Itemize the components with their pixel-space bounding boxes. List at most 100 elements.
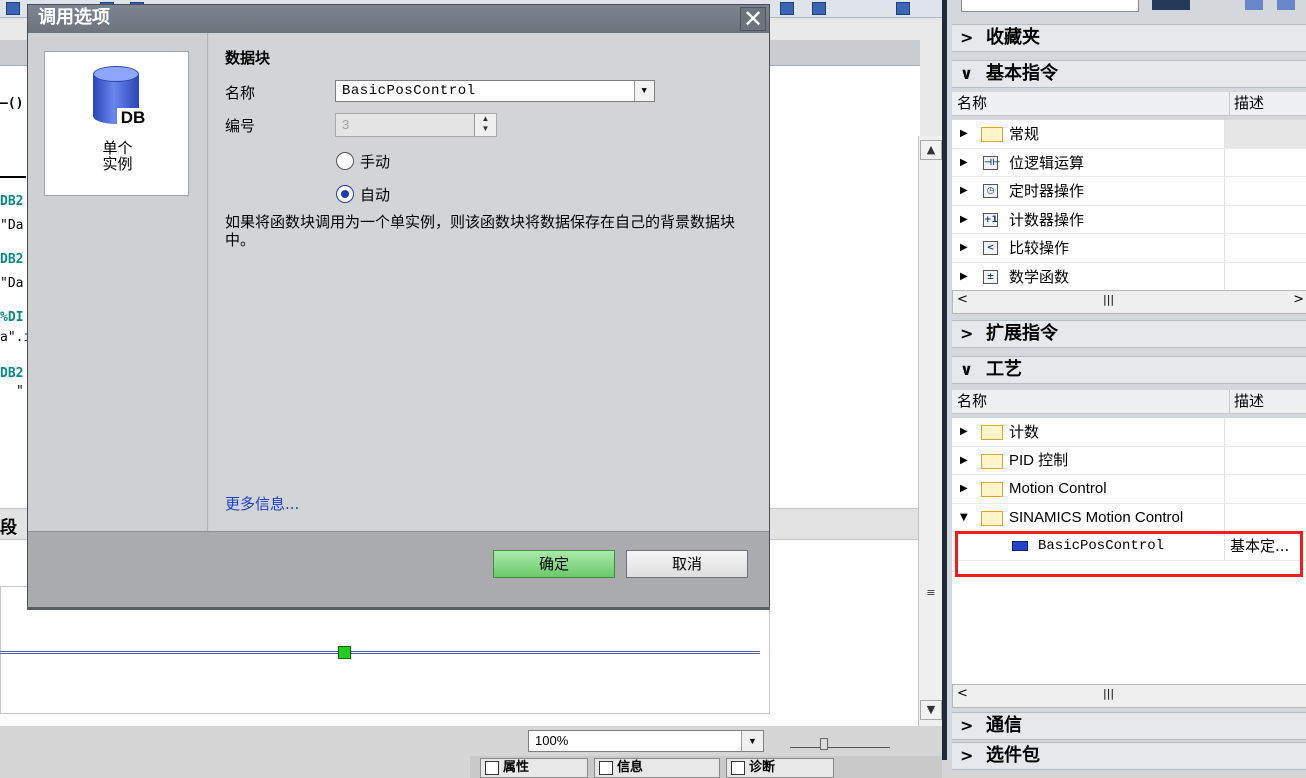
call-options-dialog: 调用选项 ✕ DB 单个 实例 数据块 名称 BasicPosControl ▼… <box>27 4 770 607</box>
list-item[interactable]: ▶ ⊣⊢ 位逻辑运算 <box>952 148 1306 177</box>
toolbar-button-icon[interactable] <box>780 2 794 15</box>
cancel-button[interactable]: 取消 <box>626 550 748 578</box>
section-favorites[interactable]: > 收藏夹 <box>952 24 1306 52</box>
more-info-link[interactable]: 更多信息... <box>225 493 299 514</box>
toolbar-button-icon[interactable] <box>896 2 910 15</box>
search-input[interactable] <box>961 0 1139 12</box>
slider-knob[interactable] <box>820 738 828 750</box>
tab-info[interactable]: 信息 <box>594 758 720 778</box>
close-icon[interactable]: ✕ <box>740 7 766 31</box>
connection-node-icon[interactable] <box>338 646 351 659</box>
section-title: 数据块 <box>225 49 271 67</box>
chevron-down-icon: ∨ <box>960 360 973 379</box>
folder-open-icon <box>981 510 1003 526</box>
horizontal-scrollbar[interactable]: < ||| > <box>952 290 1306 314</box>
tab-diagnostics[interactable]: 诊断 <box>726 758 834 778</box>
collapse-icon[interactable]: ▼ <box>960 504 968 532</box>
vertical-scrollbar[interactable]: ▲ ≡ ▼ <box>918 136 942 726</box>
scroll-left-icon[interactable]: < <box>957 292 968 307</box>
list-item[interactable]: ▶ Motion Control <box>952 475 1306 504</box>
list-item[interactable]: ▼ SINAMICS Motion Control <box>952 503 1306 532</box>
scroll-right-icon[interactable]: > <box>1293 292 1304 307</box>
list-item[interactable]: ▶ 常规 <box>952 120 1306 149</box>
ok-button[interactable]: 确定 <box>493 550 615 578</box>
scroll-down-icon[interactable]: ▼ <box>920 700 942 720</box>
dialog-button-bar: 确定 取消 <box>28 531 769 607</box>
expand-icon[interactable]: ▶ <box>960 234 968 262</box>
highlight-box <box>955 531 1303 577</box>
folder-icon <box>981 453 1003 469</box>
section-communication[interactable]: > 通信 <box>952 712 1306 740</box>
code-fragment: " <box>16 384 24 399</box>
manual-radio[interactable] <box>336 152 354 170</box>
toolbar-button-icon[interactable] <box>6 2 20 15</box>
instance-type-panel: DB 单个 实例 <box>28 33 208 531</box>
chevron-right-icon: > <box>960 746 974 765</box>
auto-radio[interactable] <box>336 185 354 203</box>
horizontal-scrollbar[interactable]: < ||| <box>952 684 1306 708</box>
counter-icon: +1 <box>983 212 998 227</box>
table-header: 名称 描述 <box>952 92 1306 116</box>
list-item[interactable]: ▶ 计数 <box>952 418 1306 447</box>
chevron-right-icon: > <box>960 324 974 343</box>
zoom-controls: 100% ▼ <box>528 730 942 754</box>
folder-icon <box>981 482 1003 497</box>
code-fragment: "Da <box>0 276 24 291</box>
zoom-value: 100% <box>535 733 569 748</box>
toolbar-icon[interactable] <box>1277 0 1295 10</box>
chevron-down-icon[interactable]: ▼ <box>634 81 654 101</box>
number-label: 编号 <box>225 117 256 135</box>
folder-icon <box>981 425 1003 440</box>
name-dropdown[interactable]: BasicPosControl ▼ <box>335 80 655 102</box>
tab-properties[interactable]: 属性 <box>480 758 588 778</box>
manual-label: 手动 <box>360 153 391 171</box>
number-stepper: 3 ▲ ▼ <box>335 113 497 137</box>
scroll-grip-icon[interactable]: ≡ <box>920 584 942 604</box>
section-basic-instructions[interactable]: ∨ 基本指令 <box>952 60 1306 88</box>
list-item[interactable]: ▶ < 比较操作 <box>952 234 1306 263</box>
expand-icon[interactable]: ▶ <box>960 475 968 503</box>
folder-icon <box>981 127 1003 142</box>
expand-icon[interactable]: ▶ <box>960 263 968 291</box>
scroll-left-icon[interactable]: < <box>957 686 968 701</box>
expand-icon[interactable]: ▶ <box>960 120 968 148</box>
col-name: 名称 <box>957 94 988 112</box>
expand-icon[interactable]: ▶ <box>960 177 968 205</box>
scroll-grip-icon[interactable]: ||| <box>1103 687 1114 700</box>
spinner-icon: ▲ ▼ <box>474 114 496 136</box>
list-item[interactable]: ▶ ± 数学函数 <box>952 262 1306 291</box>
code-fragment: DB2 <box>0 366 24 381</box>
db-tag: DB <box>117 108 149 128</box>
expand-icon[interactable]: ▶ <box>960 447 968 475</box>
chevron-right-icon: > <box>960 716 974 735</box>
name-label: 名称 <box>225 84 256 102</box>
slider-track <box>790 747 890 748</box>
scroll-grip-icon[interactable]: ||| <box>1103 293 1114 306</box>
chevron-down-icon: ∨ <box>960 64 973 83</box>
properties-icon <box>485 761 499 775</box>
list-item[interactable]: ▶ ◷ 定时器操作 <box>952 177 1306 206</box>
toolbar-icon[interactable] <box>1152 0 1190 10</box>
expand-icon[interactable]: ▶ <box>960 206 968 234</box>
section-extended-instructions[interactable]: > 扩展指令 <box>952 320 1306 348</box>
toolbar-icon[interactable] <box>1245 0 1263 10</box>
dialog-title: 调用选项 <box>28 5 769 33</box>
section-technology[interactable]: ∨ 工艺 <box>952 356 1306 384</box>
segment-label: 段 <box>0 518 17 538</box>
code-fragment: %DI <box>0 310 24 325</box>
zoom-select[interactable]: 100% ▼ <box>528 730 764 752</box>
expand-icon[interactable]: ▶ <box>960 418 968 446</box>
math-icon: ± <box>983 269 998 284</box>
list-item[interactable]: ▶ PID 控制 <box>952 446 1306 475</box>
zoom-slider[interactable] <box>790 738 890 750</box>
single-instance-card[interactable]: DB 单个 实例 <box>44 51 189 196</box>
expand-icon[interactable]: ▶ <box>960 149 968 177</box>
chevron-down-icon[interactable]: ▼ <box>741 731 763 751</box>
col-name: 名称 <box>957 392 988 410</box>
section-optional-packages[interactable]: > 选件包 <box>952 742 1306 770</box>
toolbar-button-icon[interactable] <box>812 2 826 15</box>
scroll-up-icon[interactable]: ▲ <box>920 140 942 160</box>
compare-icon: < <box>983 241 998 255</box>
info-icon <box>599 761 613 775</box>
list-item[interactable]: ▶ +1 计数器操作 <box>952 205 1306 234</box>
